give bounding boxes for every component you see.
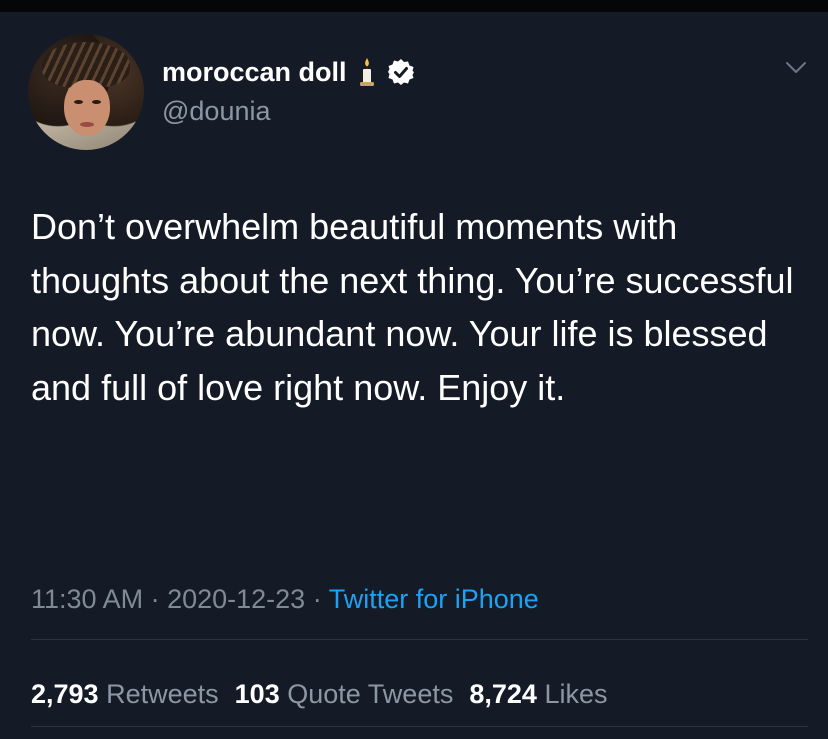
divider — [31, 639, 808, 640]
display-name[interactable]: moroccan doll — [162, 57, 347, 88]
tweet-time[interactable]: 11:30 AM — [31, 584, 143, 614]
quote-tweets-label: Quote Tweets — [287, 679, 454, 709]
tweet-date[interactable]: 2020-12-23 — [167, 584, 305, 614]
chevron-down-icon[interactable] — [784, 60, 808, 76]
tweet-metadata: 11:30 AM · 2020-12-23 · Twitter for iPho… — [31, 584, 539, 615]
retweets-count: 2,793 — [31, 679, 99, 709]
likes-stat[interactable]: 8,724 Likes — [469, 679, 607, 709]
candle-icon — [357, 57, 377, 87]
tweet-card: moroccan doll @dounia Don’t overwhelm be… — [0, 12, 828, 739]
quote-tweets-count: 103 — [234, 679, 280, 709]
engagement-stats: 2,793 Retweets 103 Quote Tweets 8,724 Like… — [31, 679, 607, 710]
likes-count: 8,724 — [469, 679, 537, 709]
name-row: moroccan doll — [162, 54, 415, 90]
top-edge-bar — [0, 0, 828, 12]
retweets-stat[interactable]: 2,793 Retweets — [31, 679, 219, 709]
separator: · — [143, 584, 168, 614]
user-handle[interactable]: @dounia — [162, 96, 271, 127]
separator: · — [305, 584, 329, 614]
retweets-label: Retweets — [106, 679, 219, 709]
quote-tweets-stat[interactable]: 103 Quote Tweets — [235, 679, 454, 709]
avatar[interactable] — [28, 34, 144, 150]
likes-label: Likes — [544, 679, 608, 709]
divider — [31, 726, 808, 727]
verified-icon — [387, 58, 415, 86]
tweet-source-link[interactable]: Twitter for iPhone — [329, 584, 539, 614]
tweet-text: Don’t overwhelm beautiful moments with t… — [31, 206, 794, 408]
